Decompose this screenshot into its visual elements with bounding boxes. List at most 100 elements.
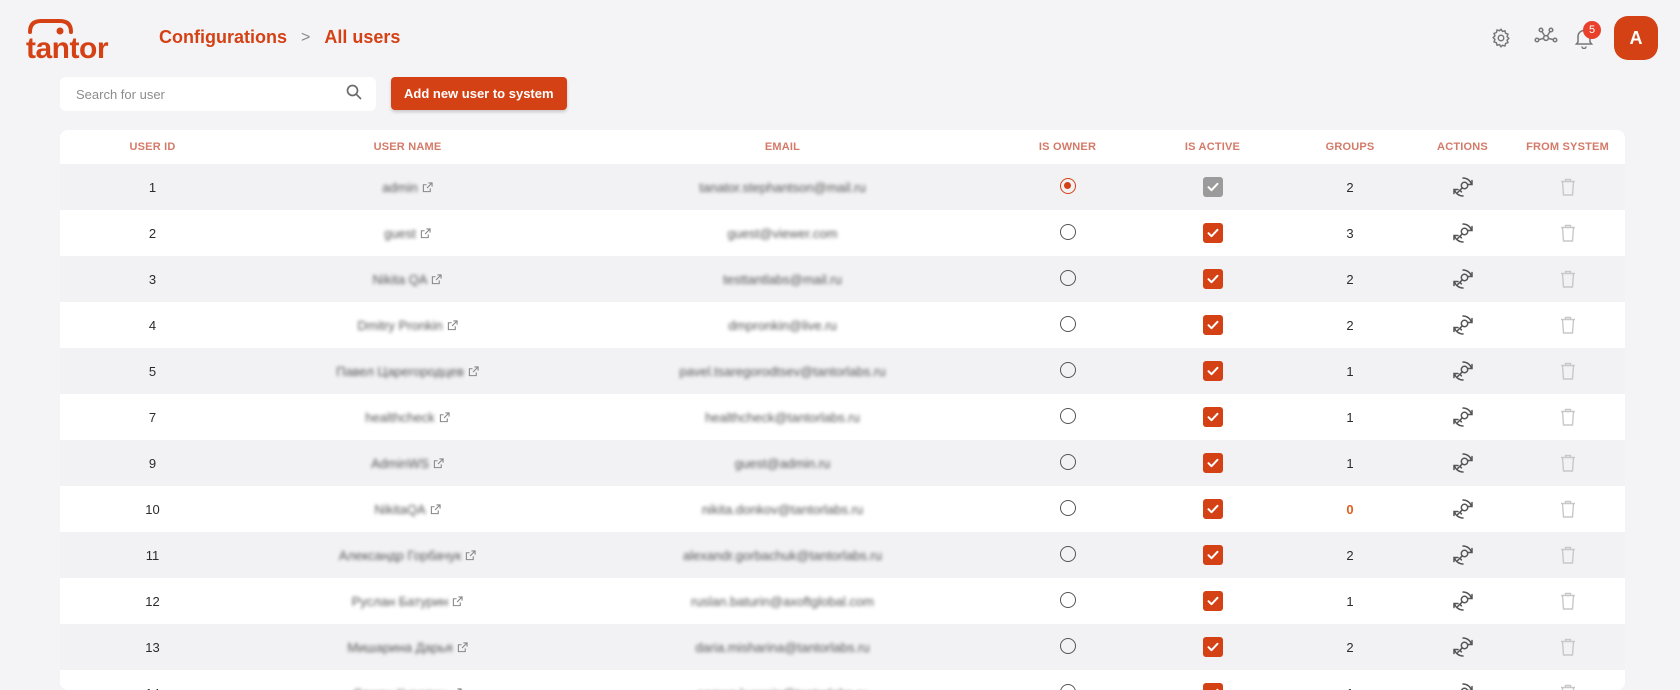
external-link-icon[interactable] <box>426 502 441 517</box>
reset-password-icon[interactable] <box>1450 546 1476 561</box>
user-name-cell[interactable]: admin <box>245 164 570 210</box>
reset-password-icon[interactable] <box>1450 592 1476 607</box>
user-name-cell[interactable]: Nikita QA <box>245 256 570 302</box>
owner-radio[interactable] <box>1060 592 1076 608</box>
trash-icon[interactable] <box>1559 684 1577 690</box>
trash-icon[interactable] <box>1559 270 1577 285</box>
reset-password-icon[interactable] <box>1450 454 1476 469</box>
reset-password-icon[interactable] <box>1450 408 1476 423</box>
trash-icon[interactable] <box>1559 546 1577 561</box>
from-system-cell <box>1510 256 1625 302</box>
reset-password-icon[interactable] <box>1450 362 1476 377</box>
external-link-icon[interactable] <box>461 548 476 563</box>
user-name-link[interactable]: AdminWS <box>371 456 429 471</box>
owner-radio[interactable] <box>1060 408 1076 424</box>
trash-icon[interactable] <box>1559 454 1577 469</box>
external-link-icon[interactable] <box>443 318 458 333</box>
user-name-link[interactable]: guest <box>384 226 416 241</box>
gear-icon[interactable] <box>1490 27 1512 49</box>
active-checkbox[interactable] <box>1203 591 1223 611</box>
trash-icon[interactable] <box>1559 178 1577 193</box>
active-checkbox[interactable] <box>1203 407 1223 427</box>
active-checkbox[interactable] <box>1203 545 1223 565</box>
search-icon[interactable] <box>346 84 362 105</box>
user-name-cell[interactable]: Александр Горбачук <box>245 532 570 578</box>
active-checkbox[interactable] <box>1203 453 1223 473</box>
owner-radio[interactable] <box>1060 270 1076 286</box>
reset-password-icon[interactable] <box>1450 178 1476 193</box>
col-email[interactable]: EMAIL <box>570 130 995 164</box>
trash-icon[interactable] <box>1559 638 1577 653</box>
trash-icon[interactable] <box>1559 500 1577 515</box>
owner-radio[interactable] <box>1060 546 1076 562</box>
owner-radio[interactable] <box>1060 178 1076 194</box>
trash-icon[interactable] <box>1559 316 1577 331</box>
user-name-cell[interactable]: Руслан Батурин <box>245 578 570 624</box>
user-name-cell[interactable]: AdminWS <box>245 440 570 486</box>
user-name-cell[interactable]: NikitaQA <box>245 486 570 532</box>
table-header-row: USER ID USER NAME EMAIL IS OWNER IS ACTI… <box>60 130 1625 164</box>
reset-password-icon[interactable] <box>1450 224 1476 239</box>
active-checkbox[interactable] <box>1203 637 1223 657</box>
owner-radio[interactable] <box>1060 362 1076 378</box>
user-name-link[interactable]: Семен Курапин <box>353 686 446 690</box>
col-is-owner[interactable]: IS OWNER <box>995 130 1140 164</box>
active-checkbox[interactable] <box>1203 683 1223 690</box>
search-input[interactable] <box>74 86 346 103</box>
owner-radio[interactable] <box>1060 500 1076 516</box>
user-name-link[interactable]: Мишарина Дарья <box>347 640 452 655</box>
user-name-link[interactable]: NikitaQA <box>374 502 425 517</box>
owner-radio[interactable] <box>1060 638 1076 654</box>
external-link-icon[interactable] <box>453 640 468 655</box>
external-link-icon[interactable] <box>464 364 479 379</box>
user-name-link[interactable]: Nikita QA <box>373 272 428 287</box>
external-link-icon[interactable] <box>416 226 431 241</box>
user-name-cell[interactable]: Павел Царегородцев <box>245 348 570 394</box>
col-user-id[interactable]: USER ID <box>60 130 245 164</box>
tantor-logo[interactable]: tantor <box>26 18 122 56</box>
active-checkbox[interactable] <box>1203 361 1223 381</box>
external-link-icon[interactable] <box>435 410 450 425</box>
reset-password-icon[interactable] <box>1450 500 1476 515</box>
external-link-icon[interactable] <box>447 686 462 690</box>
user-name-cell[interactable]: Мишарина Дарья <box>245 624 570 670</box>
owner-radio[interactable] <box>1060 224 1076 240</box>
reset-password-icon[interactable] <box>1450 316 1476 331</box>
reset-password-icon[interactable] <box>1450 270 1476 285</box>
add-user-button[interactable]: Add new user to system <box>391 77 567 110</box>
trash-icon[interactable] <box>1559 408 1577 423</box>
owner-radio[interactable] <box>1060 316 1076 332</box>
reset-password-icon[interactable] <box>1450 638 1476 653</box>
user-name-cell[interactable]: healthcheck <box>245 394 570 440</box>
user-name-link[interactable]: Павел Царегородцев <box>336 364 464 379</box>
active-checkbox[interactable] <box>1203 269 1223 289</box>
external-link-icon[interactable] <box>429 456 444 471</box>
external-link-icon[interactable] <box>418 180 433 195</box>
active-checkbox[interactable] <box>1203 499 1223 519</box>
trash-icon[interactable] <box>1559 224 1577 239</box>
avatar[interactable]: A <box>1614 16 1658 60</box>
trash-icon[interactable] <box>1559 362 1577 377</box>
col-user-name[interactable]: USER NAME <box>245 130 570 164</box>
user-name-cell[interactable]: Dmitry Pronkin <box>245 302 570 348</box>
external-link-icon[interactable] <box>427 272 442 287</box>
col-groups[interactable]: GROUPS <box>1285 130 1415 164</box>
active-checkbox[interactable] <box>1203 223 1223 243</box>
user-name-link[interactable]: healthcheck <box>365 410 434 425</box>
breadcrumb-configurations[interactable]: Configurations <box>159 27 287 48</box>
user-name-cell[interactable]: guest <box>245 210 570 256</box>
external-link-icon[interactable] <box>448 594 463 609</box>
owner-radio[interactable] <box>1060 454 1076 470</box>
reset-password-icon[interactable] <box>1450 684 1476 690</box>
user-name-link[interactable]: admin <box>382 180 417 195</box>
trash-icon[interactable] <box>1559 592 1577 607</box>
user-name-cell[interactable]: Семен Курапин <box>245 670 570 690</box>
network-icon[interactable] <box>1534 27 1556 49</box>
user-name-link[interactable]: Dmitry Pronkin <box>357 318 442 333</box>
user-name-link[interactable]: Руслан Батурин <box>352 594 449 609</box>
col-is-active[interactable]: IS ACTIVE <box>1140 130 1285 164</box>
is-active-cell <box>1140 256 1285 302</box>
user-name-link[interactable]: Александр Горбачук <box>339 548 461 563</box>
active-checkbox[interactable] <box>1203 315 1223 335</box>
owner-radio[interactable] <box>1060 684 1076 690</box>
